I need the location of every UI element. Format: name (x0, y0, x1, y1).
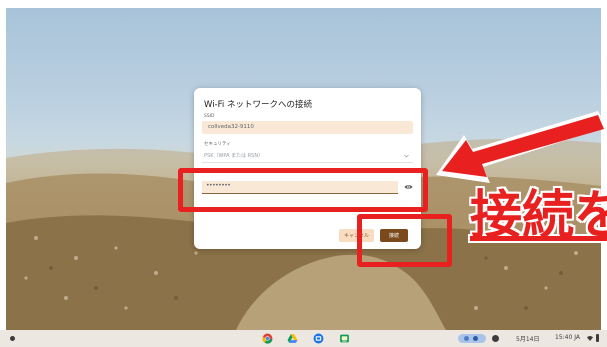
shelf-status[interactable]: 15:40 JA (555, 334, 580, 341)
battery-icon (596, 334, 599, 342)
tray-toggle[interactable] (458, 334, 486, 343)
shelf: 5月14日 15:40 JA (0, 330, 607, 347)
notification-icon[interactable] (492, 335, 499, 342)
security-select[interactable]: PSK（WPA または RSN） (202, 150, 413, 163)
tray-toggle-dot-secondary (473, 336, 478, 341)
wifi-icon (587, 336, 593, 341)
meet-icon[interactable] (313, 333, 324, 344)
ssid-label: SSID (204, 114, 215, 119)
chevron-down-icon (404, 154, 409, 158)
security-value: PSK（WPA または RSN） (204, 153, 264, 159)
launcher-icon[interactable] (10, 336, 15, 341)
drive-icon[interactable] (287, 333, 298, 344)
shelf-date[interactable]: 5月14日 (516, 334, 539, 343)
annotation-arrow (436, 111, 607, 183)
tray-toggle-dot (464, 336, 469, 341)
screenshot-frame: Wi-Fi ネットワークへの接続 SSID collveda32-9110 セキ… (0, 0, 607, 347)
annotation-text: 接続を (470, 186, 607, 246)
chrome-icon[interactable] (262, 333, 273, 344)
classroom-icon[interactable] (339, 333, 350, 344)
ssid-value: collveda32-9110 (208, 124, 254, 130)
dialog-title: Wi-Fi ネットワークへの接続 (204, 100, 312, 110)
security-label: セキュリティ (204, 142, 231, 147)
annotation-box-connect (357, 214, 452, 267)
annotation-box-password (178, 168, 428, 212)
ssid-field[interactable]: collveda32-9110 (202, 121, 413, 134)
